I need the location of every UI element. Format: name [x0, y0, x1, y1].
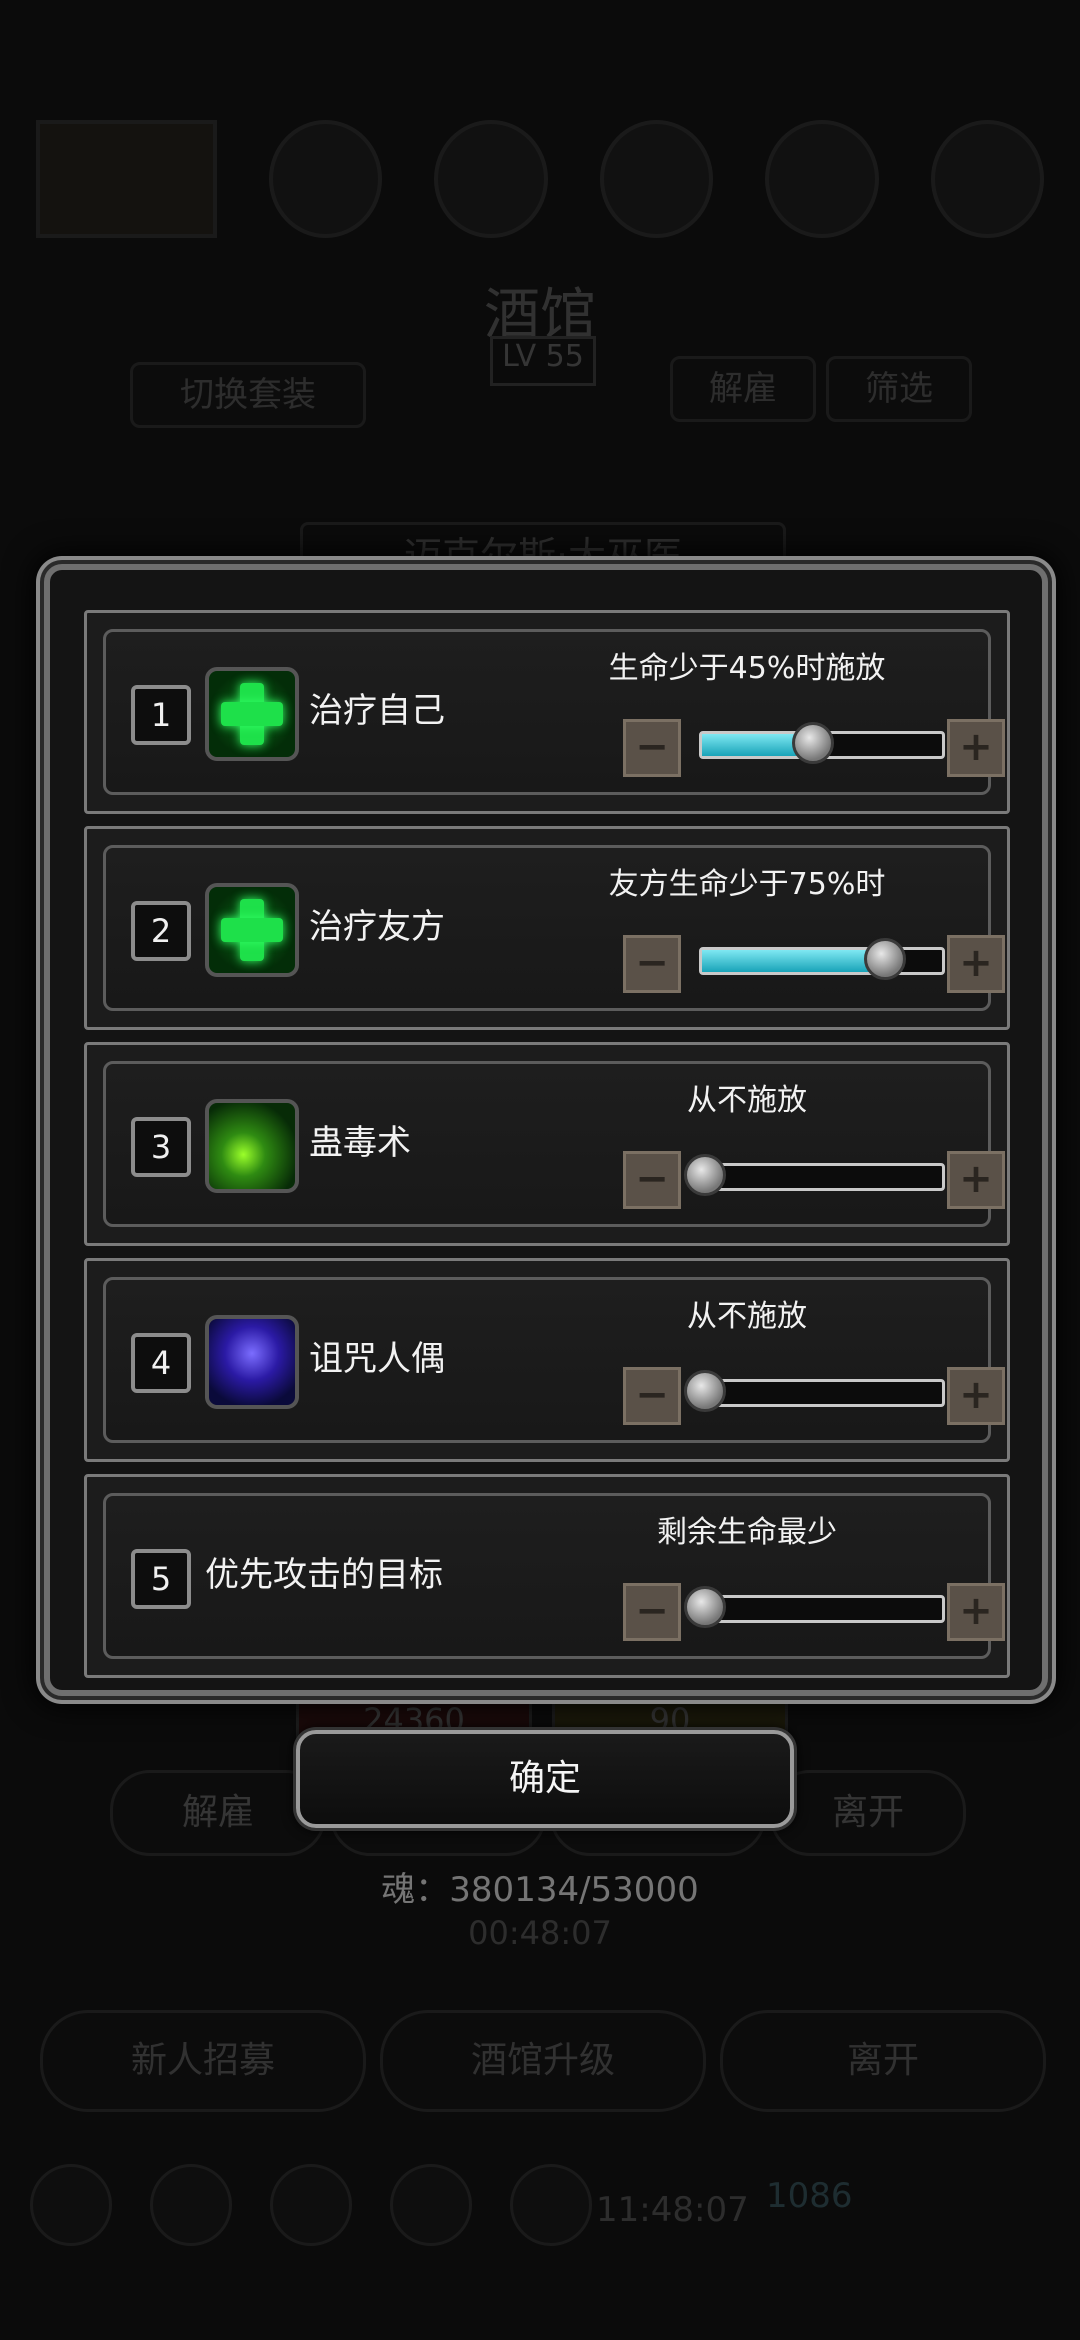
slider-knob[interactable]: [792, 722, 834, 764]
cast-condition: 生命少于45%时施放: [608, 651, 886, 686]
slider-knob[interactable]: [864, 938, 906, 980]
bg-icon-tile: [930, 120, 1045, 238]
priority-number: 1: [131, 685, 191, 745]
slider-fill: [702, 950, 882, 972]
cross-horizontal: [221, 702, 283, 726]
increase-button[interactable]: +: [947, 719, 1005, 777]
increase-button[interactable]: +: [947, 1583, 1005, 1641]
skill-list: 1 治疗自己 生命少于45%时施放 − +2 治疗友方 友方生命少于75%时 − +3 蛊毒术 从不…: [84, 610, 1010, 1690]
cast-condition: 剩余生命最少: [657, 1515, 837, 1550]
condition-slider[interactable]: [684, 1586, 945, 1628]
dock-icon: [510, 2164, 592, 2246]
bg-bottom-button: 离开: [770, 1770, 966, 1856]
curse-doll-icon: [205, 1315, 299, 1409]
confirm-button[interactable]: 确定: [296, 1730, 794, 1828]
bg-dismiss-button: 解雇: [670, 356, 816, 422]
decrease-button[interactable]: −: [623, 935, 681, 993]
tavern-level: LV 55: [490, 336, 596, 386]
bg-icon-tile: [599, 120, 714, 238]
increase-button[interactable]: +: [947, 1367, 1005, 1425]
top-icon-bar: [36, 120, 1045, 238]
condition-slider[interactable]: [684, 1370, 945, 1412]
increase-button[interactable]: +: [947, 1151, 1005, 1209]
cross-horizontal: [221, 918, 283, 942]
priority-number: 5: [131, 1549, 191, 1609]
priority-number: 3: [131, 1117, 191, 1177]
skill-name: 优先攻击的目标: [205, 1555, 443, 1595]
priority-number: 2: [131, 901, 191, 961]
heal-cross-icon: [205, 883, 299, 977]
cast-condition: 从不施放: [687, 1083, 807, 1118]
skill-name: 蛊毒术: [309, 1123, 411, 1163]
skill-name: 治疗自己: [309, 691, 445, 731]
slider-knob[interactable]: [684, 1370, 726, 1412]
decrease-button[interactable]: −: [623, 1151, 681, 1209]
skill-settings-dialog: 1 治疗自己 生命少于45%时施放 − +2 治疗友方 友方生命少于75%时 − +3 蛊毒术 从不…: [44, 564, 1048, 1696]
dock-icon: [270, 2164, 352, 2246]
skill-row: 4 诅咒人偶 从不施放 − +: [84, 1258, 1010, 1462]
skill-row: 2 治疗友方 友方生命少于75%时 − +: [84, 826, 1010, 1030]
clock-text: 11:48:07: [596, 2190, 749, 2230]
decrease-button[interactable]: −: [623, 1367, 681, 1425]
bg-icon-tile: [434, 120, 548, 238]
decrease-button[interactable]: −: [623, 719, 681, 777]
dock-icon: [390, 2164, 472, 2246]
switch-outfit-button: 切换套装: [130, 362, 366, 428]
skill-name: 诅咒人偶: [309, 1339, 445, 1379]
skill-row: 1 治疗自己 生命少于45%时施放 − +: [84, 610, 1010, 814]
soul-counter: 魂：380134/53000: [381, 1870, 699, 1910]
bg-icon-tile: [765, 120, 879, 238]
bg-icon-tile: [36, 120, 217, 238]
condition-slider[interactable]: [684, 1154, 945, 1196]
slider-knob[interactable]: [684, 1154, 726, 1196]
heal-cross-icon: [205, 667, 299, 761]
bg-footer-button: 新人招募: [40, 2010, 366, 2112]
cast-condition: 从不施放: [687, 1299, 807, 1334]
bg-bottom-button: 解雇: [110, 1770, 326, 1856]
bg-icon-tile: [268, 120, 383, 238]
dock-icon: [150, 2164, 232, 2246]
slider-knob[interactable]: [684, 1586, 726, 1628]
priority-number: 4: [131, 1333, 191, 1393]
gem-count: 1086: [766, 2176, 853, 2216]
poison-icon: [205, 1099, 299, 1193]
dock-icon: [30, 2164, 112, 2246]
decrease-button[interactable]: −: [623, 1583, 681, 1641]
bg-footer-button: 酒馆升级: [380, 2010, 706, 2112]
skill-name: 治疗友方: [309, 907, 445, 947]
increase-button[interactable]: +: [947, 935, 1005, 993]
cast-condition: 友方生命少于75%时: [608, 867, 886, 902]
skill-row: 3 蛊毒术 从不施放 − +: [84, 1042, 1010, 1246]
condition-slider[interactable]: [699, 938, 945, 980]
skill-row: 5 优先攻击的目标 剩余生命最少 − +: [84, 1474, 1010, 1678]
bg-filter-button: 筛选: [826, 356, 972, 422]
condition-slider[interactable]: [699, 722, 945, 764]
bottom-dock: [30, 2150, 1050, 2260]
bg-footer-button: 离开: [720, 2010, 1046, 2112]
bg-timer: 00:48:07: [468, 1914, 612, 1952]
